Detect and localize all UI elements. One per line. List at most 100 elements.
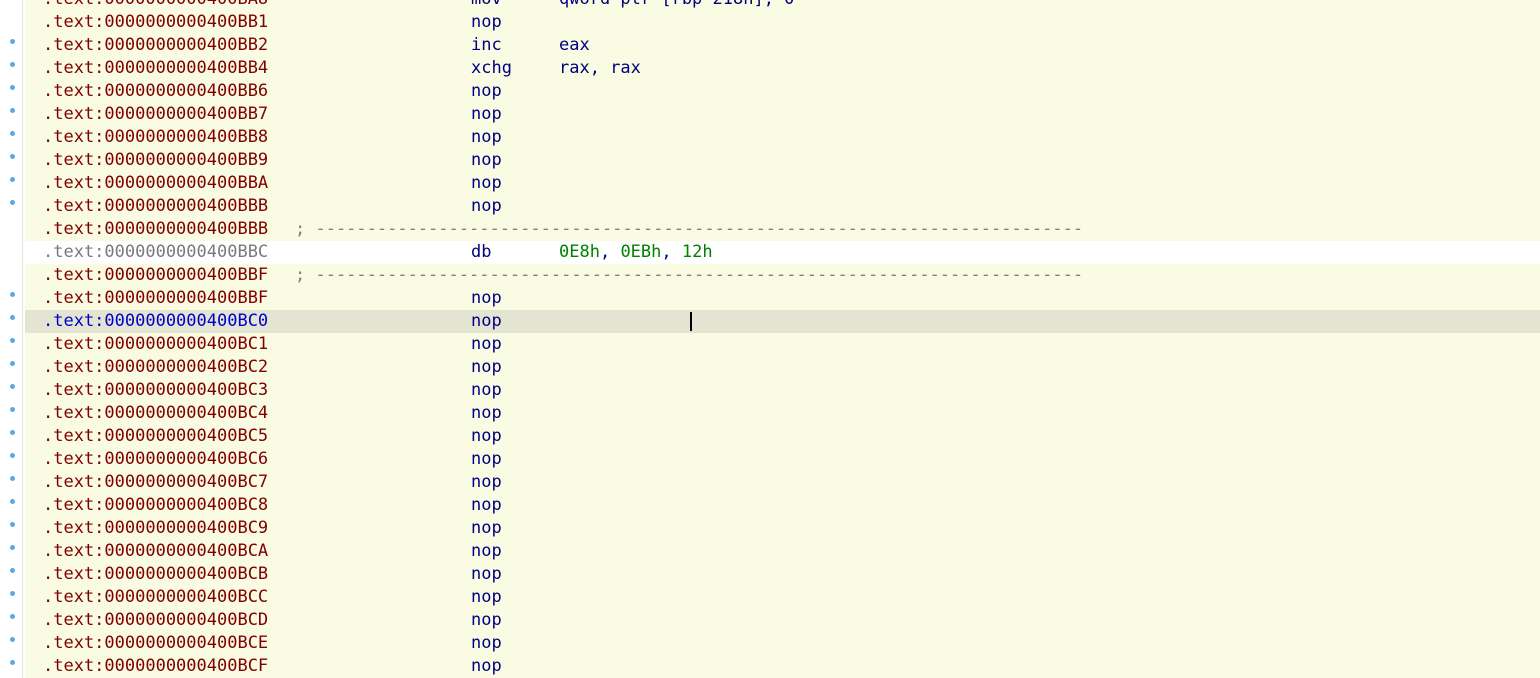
address-label[interactable]: .text:0000000000400BC2 <box>43 356 268 379</box>
instruction-line[interactable]: .text:0000000000400BC9 nop <box>10 517 1540 540</box>
address-label[interactable]: .text:0000000000400BC0 <box>43 310 268 333</box>
address-label[interactable]: .text:0000000000400BB8 <box>43 126 268 149</box>
instruction-line[interactable]: .text:0000000000400BB8 nop <box>10 126 1540 149</box>
breakpoint-dot-icon[interactable] <box>10 384 15 389</box>
mnemonic[interactable]: nop <box>471 586 502 609</box>
selected-instruction-line[interactable]: .text:0000000000400BC0 nop <box>10 310 1540 333</box>
breakpoint-dot-icon[interactable] <box>10 200 15 205</box>
breakpoint-dot-icon[interactable] <box>10 315 15 320</box>
disassembly-view[interactable]: .text:0000000000400BA8 mov qword ptr [rbp-… <box>0 0 1540 678</box>
breakpoint-dot-icon[interactable] <box>10 499 15 504</box>
mnemonic[interactable]: nop <box>471 471 502 494</box>
breakpoint-dot-icon[interactable] <box>10 476 15 481</box>
breakpoint-dot-icon[interactable] <box>10 292 15 297</box>
operands[interactable]: rax, rax <box>559 57 641 80</box>
address-label[interactable]: .text:0000000000400BB9 <box>43 149 268 172</box>
address-label[interactable]: .text:0000000000400BCC <box>43 586 268 609</box>
address-label[interactable]: .text:0000000000400BC1 <box>43 333 268 356</box>
address-label[interactable]: .text:0000000000400BBB <box>43 218 268 241</box>
instruction-line[interactable]: .text:0000000000400BBB nop <box>10 195 1540 218</box>
instruction-line[interactable]: .text:0000000000400BC3 nop <box>10 379 1540 402</box>
instruction-line[interactable]: .text:0000000000400BCA nop <box>10 540 1540 563</box>
instruction-line[interactable]: .text:0000000000400BC7 nop <box>10 471 1540 494</box>
instruction-line[interactable]: .text:0000000000400BB1 nop <box>25 11 1540 34</box>
mnemonic[interactable]: nop <box>471 11 502 34</box>
breakpoint-dot-icon[interactable] <box>10 62 15 67</box>
mnemonic[interactable]: nop <box>471 632 502 655</box>
mnemonic[interactable]: mov <box>471 0 502 11</box>
mnemonic[interactable]: nop <box>471 126 502 149</box>
breakpoint-dot-icon[interactable] <box>10 591 15 596</box>
mnemonic[interactable]: nop <box>471 402 502 425</box>
mnemonic[interactable]: nop <box>471 517 502 540</box>
breakpoint-dot-icon[interactable] <box>10 545 15 550</box>
address-label[interactable]: .text:0000000000400BC5 <box>43 425 268 448</box>
mnemonic[interactable]: nop <box>471 310 502 333</box>
address-label[interactable]: .text:0000000000400BCE <box>43 632 268 655</box>
breakpoint-dot-icon[interactable] <box>10 39 15 44</box>
instruction-line[interactable]: .text:0000000000400BB9 nop <box>10 149 1540 172</box>
address-label[interactable]: .text:0000000000400BC7 <box>43 471 268 494</box>
instruction-line[interactable]: .text:0000000000400BB7 nop <box>10 103 1540 126</box>
breakpoint-dot-icon[interactable] <box>10 177 15 182</box>
instruction-line[interactable]: .text:0000000000400BCC nop <box>10 586 1540 609</box>
instruction-line[interactable]: .text:0000000000400BC6 nop <box>10 448 1540 471</box>
breakpoint-dot-icon[interactable] <box>10 568 15 573</box>
address-label[interactable]: .text:0000000000400BC4 <box>43 402 268 425</box>
mnemonic[interactable]: nop <box>471 540 502 563</box>
instruction-line[interactable]: .text:0000000000400BCB nop <box>10 563 1540 586</box>
address-label[interactable]: .text:0000000000400BB1 <box>43 11 268 34</box>
mnemonic[interactable]: xchg <box>471 57 512 80</box>
instruction-line[interactable]: .text:0000000000400BB6 nop <box>10 80 1540 103</box>
mnemonic[interactable]: nop <box>471 379 502 402</box>
breakpoint-dot-icon[interactable] <box>10 154 15 159</box>
breakpoint-dot-icon[interactable] <box>10 338 15 343</box>
address-label[interactable]: .text:0000000000400BBC <box>43 241 268 264</box>
mnemonic[interactable]: nop <box>471 494 502 517</box>
mnemonic[interactable]: nop <box>471 356 502 379</box>
address-label[interactable]: .text:0000000000400BC6 <box>43 448 268 471</box>
mnemonic[interactable]: nop <box>471 333 502 356</box>
mnemonic[interactable]: nop <box>471 103 502 126</box>
breakpoint-dot-icon[interactable] <box>10 131 15 136</box>
instruction-line[interactable]: .text:0000000000400BC8 nop <box>10 494 1540 517</box>
address-label[interactable]: .text:0000000000400BC3 <box>43 379 268 402</box>
address-label[interactable]: .text:0000000000400BC9 <box>43 517 268 540</box>
mnemonic[interactable]: nop <box>471 448 502 471</box>
breakpoint-dot-icon[interactable] <box>10 522 15 527</box>
address-label[interactable]: .text:0000000000400BCA <box>43 540 268 563</box>
address-label[interactable]: .text:0000000000400BB4 <box>43 57 268 80</box>
instruction-line[interactable]: .text:0000000000400BC5 nop <box>10 425 1540 448</box>
instruction-line[interactable]: .text:0000000000400BBC db 0E8h, 0EBh, 12h <box>25 241 1540 264</box>
address-label[interactable]: .text:0000000000400BA8 <box>43 0 268 11</box>
separator-line[interactable]: .text:0000000000400BBF ; ----------------… <box>25 264 1540 287</box>
mnemonic[interactable]: nop <box>471 149 502 172</box>
address-label[interactable]: .text:0000000000400BCB <box>43 563 268 586</box>
instruction-line[interactable]: .text:0000000000400BB4 xchg rax, rax <box>10 57 1540 80</box>
instruction-line[interactable]: .text:0000000000400BCF nop <box>10 655 1540 678</box>
instruction-line[interactable]: .text:0000000000400BCD nop <box>10 609 1540 632</box>
address-label[interactable]: .text:0000000000400BBA <box>43 172 268 195</box>
address-label[interactable]: .text:0000000000400BBB <box>43 195 268 218</box>
instruction-line[interactable]: .text:0000000000400BA8 mov qword ptr [rbp-… <box>25 0 1540 11</box>
operands[interactable]: 0E8h, 0EBh, 12h <box>559 241 713 264</box>
instruction-line[interactable]: .text:0000000000400BB2 inc eax <box>10 34 1540 57</box>
breakpoint-dot-icon[interactable] <box>10 108 15 113</box>
address-label[interactable]: .text:0000000000400BBF <box>43 264 268 287</box>
instruction-line[interactable]: .text:0000000000400BBF nop <box>10 287 1540 310</box>
address-label[interactable]: .text:0000000000400BCD <box>43 609 268 632</box>
separator-line[interactable]: .text:0000000000400BBB ; ----------------… <box>25 218 1540 241</box>
mnemonic[interactable]: db <box>471 241 491 264</box>
operands[interactable]: qword ptr [rbp-218h], 0 <box>559 0 794 11</box>
breakpoint-dot-icon[interactable] <box>10 614 15 619</box>
breakpoint-dot-icon[interactable] <box>10 361 15 366</box>
address-label[interactable]: .text:0000000000400BB7 <box>43 103 268 126</box>
mnemonic[interactable]: nop <box>471 563 502 586</box>
instruction-line[interactable]: .text:0000000000400BCE nop <box>10 632 1540 655</box>
mnemonic[interactable]: nop <box>471 80 502 103</box>
mnemonic[interactable]: nop <box>471 195 502 218</box>
breakpoint-dot-icon[interactable] <box>10 407 15 412</box>
mnemonic[interactable]: nop <box>471 655 502 678</box>
address-label[interactable]: .text:0000000000400BB2 <box>43 34 268 57</box>
address-label[interactable]: .text:0000000000400BBF <box>43 287 268 310</box>
